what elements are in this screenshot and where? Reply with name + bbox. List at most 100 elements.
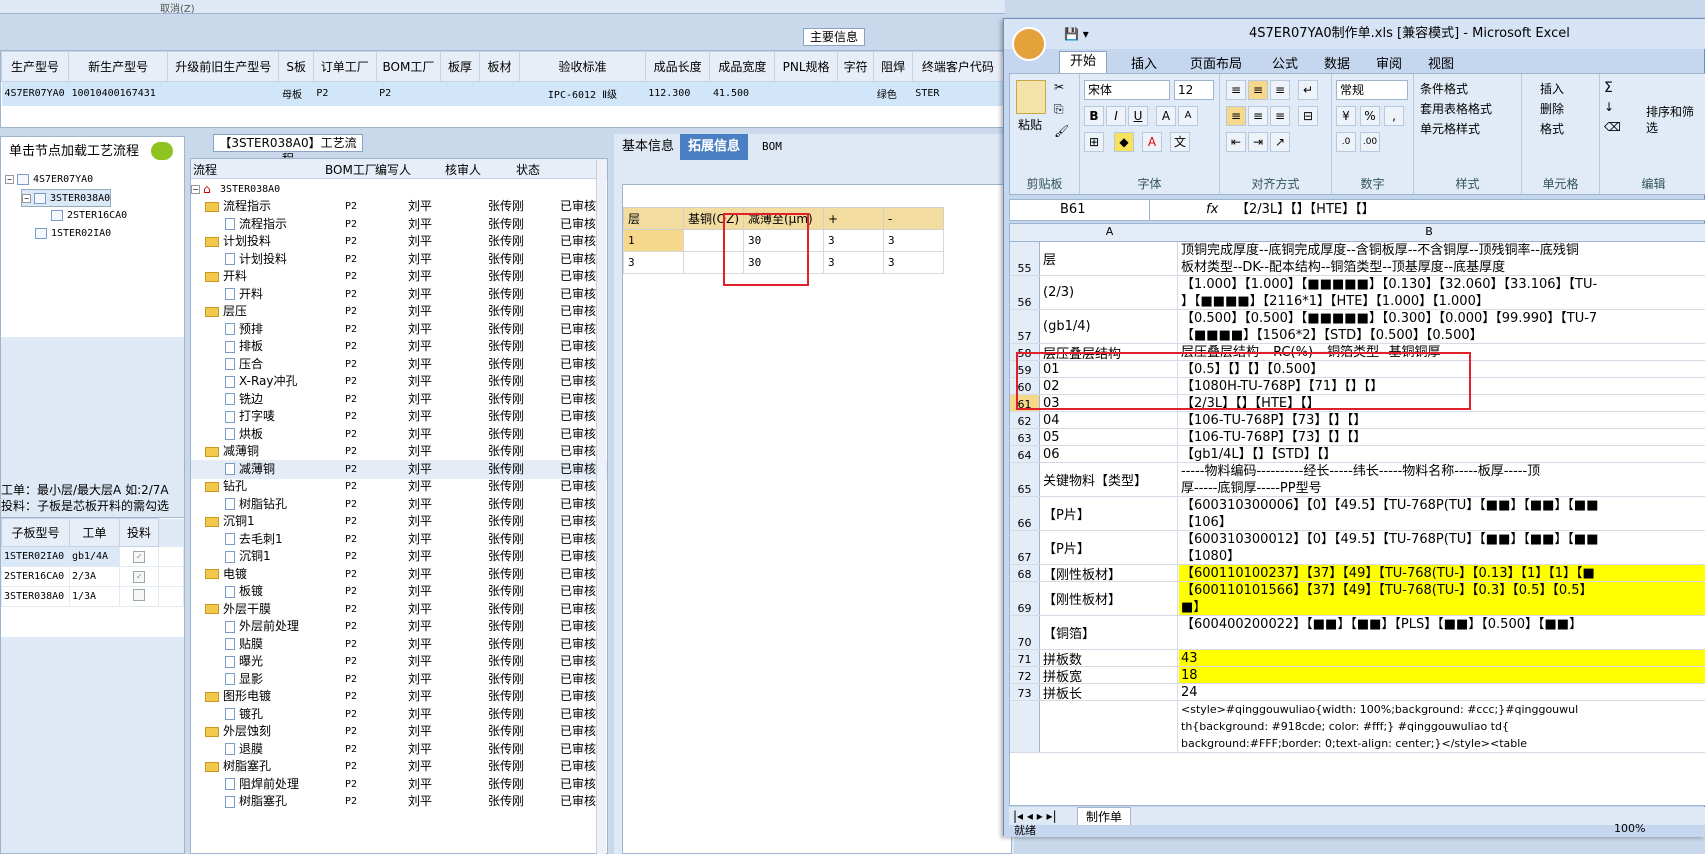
cell-b[interactable]: 【600310300006】【0】【49.5】【TU-768P(TU】【■■】【… [1179,497,1705,530]
tab-review[interactable]: 审阅 [1376,53,1402,72]
col-header[interactable]: 新生产型号 [67,51,169,82]
process-step[interactable]: 铣边 P2 刘平 张传刚 已审核 [191,390,607,409]
cell-a[interactable]: (2/3) [1041,276,1178,309]
process-group[interactable]: 减薄铜 P2 刘平 张传刚 已审核 [191,442,607,461]
sort-filter-button[interactable]: 排序和筛选 [1646,104,1696,136]
sheet-row[interactable]: 63 05 【106-TU-768P】【73】【】【】 [1010,429,1705,446]
col-header[interactable]: 板厚 [440,51,480,82]
formula-input[interactable]: 【2/3L】【】【HTE】【】 [1236,200,1375,220]
cell-b[interactable]: 【600400200022】【■■】【■■】【PLS】【■■】【0.500】【■… [1179,616,1705,649]
row-number[interactable] [1010,701,1040,752]
font-size-select[interactable]: 12 [1174,80,1214,100]
align-right-icon[interactable]: ≡ [1270,106,1290,126]
copy-icon[interactable]: ⎘ [1054,102,1064,117]
process-step[interactable]: X-Ray冲孔 P2 刘平 张传刚 已审核 [191,372,607,391]
merge-icon[interactable]: ⊟ [1298,106,1318,126]
col-header[interactable]: PNL规格 [774,51,838,82]
col-header[interactable]: 板材 [478,51,521,82]
cell-b[interactable]: 24 [1179,684,1705,700]
tree-node[interactable]: 2STER16CA0 [51,207,127,225]
cell-b[interactable]: 18 [1179,667,1705,683]
col-a-header[interactable]: A [1041,225,1178,238]
sheet-row[interactable]: 67 【P片】 【600310300012】【0】【49.5】【TU-768P(TU… [1010,531,1705,565]
paste-icon[interactable] [1016,80,1046,114]
sheet-row[interactable]: 55 层顶铜完成厚度--底铜完成厚度--含铜板厚--不含铜厚--顶残铜率--底残铜… [1010,242,1705,276]
row-number[interactable]: 56 [1010,276,1040,309]
checkbox[interactable]: ✓ [133,570,146,583]
row-number[interactable]: 63 [1010,429,1040,445]
paste-button[interactable]: 粘贴 [1018,116,1042,133]
sheet-row[interactable]: 64 06 【gb1/4L】【】【STD】【】 [1010,446,1705,463]
tree-node-selected[interactable]: −3STER038A0 [21,189,112,207]
cell-b[interactable]: <style>#qinggouwuliao{width: 100%;backgr… [1179,701,1705,752]
chat-bubble-icon[interactable] [151,142,173,160]
cell-a[interactable]: (gb1/4) [1041,310,1178,343]
zoom-level[interactable]: 100% [1614,822,1645,835]
process-group[interactable]: 外层蚀刻 P2 刘平 张传刚 已审核 [191,722,607,741]
col-b-header[interactable]: B [1179,225,1679,238]
process-step[interactable]: 烘板 P2 刘平 张传刚 已审核 [191,425,607,444]
cell-a[interactable] [1041,701,1178,752]
sheet-row[interactable]: 57 (gb1/4) 【0.500】【0.500】【■■■■■】【0.300】【0.… [1010,310,1705,344]
comma-icon[interactable]: , [1384,106,1404,126]
row-number[interactable]: 73 [1010,684,1040,700]
decrease-decimal-icon[interactable]: .00 [1360,132,1380,152]
process-step[interactable]: 开料 P2 刘平 张传刚 已审核 [191,285,607,304]
row-number[interactable]: 64 [1010,446,1040,462]
sheet-row[interactable]: 69 【刚性板材】 【600110101566】【37】【49】【TU-768(TU… [1010,582,1705,616]
col-header[interactable]: 核审人 [445,161,481,178]
col-header[interactable]: S板 [278,51,314,82]
col-header[interactable]: 成品宽度 [709,51,776,82]
orientation-icon[interactable]: ↗ [1270,132,1290,152]
tab-bom[interactable]: BOM [754,134,790,160]
row-number[interactable]: 66 [1010,497,1040,530]
wrap-text-icon[interactable]: ↵ [1298,80,1318,100]
process-step[interactable]: 镀孔 P2 刘平 张传刚 已审核 [191,705,607,724]
tab-formulas[interactable]: 公式 [1272,53,1298,72]
row-number[interactable]: 62 [1010,412,1040,428]
bold-icon[interactable]: B [1084,106,1104,126]
percent-icon[interactable]: % [1360,106,1380,126]
row-number[interactable]: 57 [1010,310,1040,343]
clear-icon[interactable]: ⌫ [1604,120,1621,134]
col-header[interactable]: - [883,207,944,230]
col-header[interactable]: 升级前旧生产型号 [167,51,280,82]
col-header[interactable]: 状态 [516,161,540,178]
italic-icon[interactable]: I [1106,106,1126,126]
shrink-font-icon[interactable]: A [1178,106,1198,126]
process-step[interactable]: 树脂塞孔 P2 刘平 张传刚 已审核 [191,792,607,811]
process-step[interactable]: 树脂钻孔 P2 刘平 张传刚 已审核 [191,495,607,514]
process-group[interactable]: 外层干膜 P2 刘平 张传刚 已审核 [191,600,607,619]
row-number[interactable]: 70 [1010,616,1040,649]
sheet-row[interactable]: <style>#qinggouwuliao{width: 100%;backgr… [1010,701,1705,753]
name-box[interactable]: B61 [1010,200,1150,220]
conditional-format-button[interactable]: 条件格式 [1420,80,1468,97]
format-cells-button[interactable]: 格式 [1540,120,1564,137]
tab-insert[interactable]: 插入 [1131,53,1157,72]
process-group[interactable]: 图形电镀 P2 刘平 张传刚 已审核 [191,687,607,706]
process-step[interactable]: 减薄铜 P2 刘平 张传刚 已审核 [191,459,607,479]
font-name-select[interactable]: 宋体 [1084,80,1170,100]
increase-indent-icon[interactable]: ⇥ [1248,132,1268,152]
cell-b[interactable]: 顶铜完成厚度--底铜完成厚度--含铜板厚--不含铜厚--顶残铜率--底残铜 板材… [1179,242,1705,275]
process-group[interactable]: 开料 P2 刘平 张传刚 已审核 [191,267,607,286]
align-left-icon[interactable]: ≡ [1226,106,1246,126]
process-group[interactable]: 沉铜1 P2 刘平 张传刚 已审核 [191,512,607,531]
process-step[interactable]: 沉铜1 P2 刘平 张传刚 已审核 [191,547,607,566]
tab-data[interactable]: 数据 [1324,53,1350,72]
col-header[interactable]: 工单 [68,518,120,547]
col-header[interactable]: 生产型号 [1,51,69,82]
decrease-indent-icon[interactable]: ⇤ [1226,132,1246,152]
cell-a[interactable]: 【P片】 [1041,531,1178,564]
cell-a[interactable]: 【P片】 [1041,497,1178,530]
row-number[interactable]: 65 [1010,463,1040,496]
process-group[interactable]: 流程指示 P2 刘平 张传刚 已审核 [191,197,607,216]
cell-b[interactable]: 【600310300012】【0】【49.5】【TU-768P(TU】【■■】【… [1179,531,1705,564]
format-painter-icon[interactable]: 🖌 [1054,124,1069,138]
increase-decimal-icon[interactable]: .0 [1336,132,1356,152]
cell-styles-button[interactable]: 单元格样式 [1420,120,1480,137]
number-format-select[interactable]: 常规 [1336,80,1408,100]
col-header[interactable]: 成品长度 [644,51,711,82]
process-step[interactable]: 显影 P2 刘平 张传刚 已审核 [191,670,607,689]
delete-cells-button[interactable]: 删除 [1540,100,1564,117]
